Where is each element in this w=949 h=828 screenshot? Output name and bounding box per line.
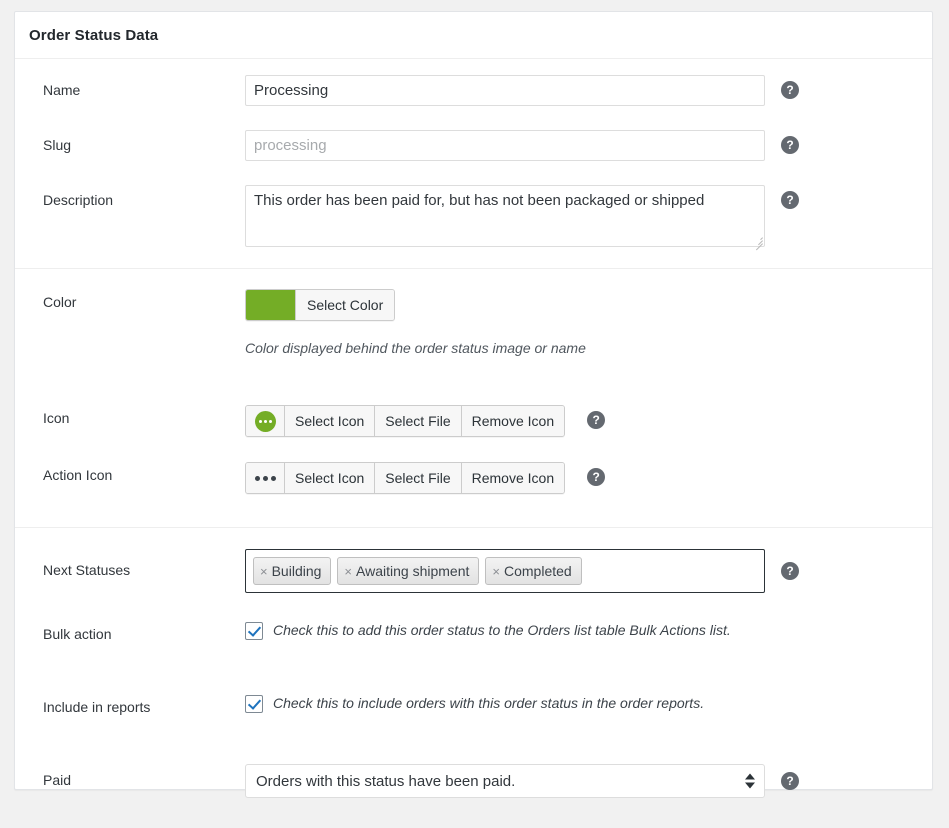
field-row-slug: Slug ? xyxy=(15,115,932,170)
remove-tag-icon[interactable]: × xyxy=(260,565,268,578)
icon-select-file-button[interactable]: Select File xyxy=(375,406,461,436)
include-in-reports-control: Check this to include orders with this o… xyxy=(245,692,932,713)
bulk-action-label: Bulk action xyxy=(43,619,245,642)
color-swatch[interactable] xyxy=(246,290,296,320)
paid-select[interactable]: Orders with this status have been paid. xyxy=(245,764,765,798)
description-control: ? xyxy=(245,185,932,247)
include-in-reports-checkbox-line: Check this to include orders with this o… xyxy=(245,692,704,713)
field-row-description: Description ? xyxy=(15,170,932,268)
page-title: Order Status Data xyxy=(29,27,158,44)
panel-body: Name ? Slug ? Description xyxy=(15,59,932,828)
action-icon-select-file-button[interactable]: Select File xyxy=(375,463,461,493)
slug-control: ? xyxy=(245,130,932,161)
section-basic-info: Name ? Slug ? Description xyxy=(15,59,932,268)
icon-select-icon-button[interactable]: Select Icon xyxy=(285,406,375,436)
next-statuses-control: × Building × Awaiting shipment × Complet… xyxy=(245,549,932,593)
include-in-reports-checkbox[interactable] xyxy=(245,695,263,713)
icon-button-group: Select Icon Select File Remove Icon xyxy=(245,405,565,437)
field-row-name: Name ? xyxy=(15,59,932,115)
action-icon-label: Action Icon xyxy=(43,462,245,483)
action-icon-remove-icon-button[interactable]: Remove Icon xyxy=(462,463,564,493)
include-in-reports-label: Include in reports xyxy=(43,692,245,715)
bulk-action-checkbox[interactable] xyxy=(245,622,263,640)
description-textarea-wrap xyxy=(245,185,765,247)
paid-control: Orders with this status have been paid. … xyxy=(245,764,932,798)
next-statuses-tag-input[interactable]: × Building × Awaiting shipment × Complet… xyxy=(245,549,765,593)
color-label: Color xyxy=(43,289,245,310)
field-row-color-hint: Color displayed behind the order status … xyxy=(15,329,932,379)
ellipsis-circle-icon xyxy=(255,411,276,432)
help-icon-icon[interactable]: ? xyxy=(587,411,605,429)
field-row-color: Color Select Color xyxy=(15,269,932,329)
select-color-button[interactable]: Select Color xyxy=(245,289,395,321)
icon-control: Select Icon Select File Remove Icon ? xyxy=(245,405,932,437)
field-row-icon: Icon Select Icon Select File Remove Icon… xyxy=(15,379,932,445)
help-icon-paid[interactable]: ? xyxy=(781,772,799,790)
tag-label: Building xyxy=(272,563,322,579)
field-row-action-icon: Action Icon Select Icon Select File Remo… xyxy=(15,445,932,527)
name-control: ? xyxy=(245,75,932,106)
color-hint-spacer xyxy=(43,339,245,346)
order-status-data-panel: Order Status Data Name ? Slug ? Descript… xyxy=(14,11,933,790)
action-icon-select-icon-button[interactable]: Select Icon xyxy=(285,463,375,493)
field-row-include-in-reports: Include in reports Check this to include… xyxy=(15,659,932,732)
bulk-action-checkbox-line: Check this to add this order status to t… xyxy=(245,619,731,640)
tag-item[interactable]: × Building xyxy=(253,557,331,585)
color-hint-control: Color displayed behind the order status … xyxy=(245,339,932,356)
ellipsis-icon xyxy=(255,476,276,481)
paid-select-value: Orders with this status have been paid. xyxy=(256,773,515,790)
panel-header: Order Status Data xyxy=(15,12,932,59)
bulk-action-control: Check this to add this order status to t… xyxy=(245,619,932,640)
name-label: Name xyxy=(43,75,245,98)
icon-label: Icon xyxy=(43,405,245,426)
color-control: Select Color xyxy=(245,289,932,321)
select-color-label: Select Color xyxy=(296,290,394,320)
help-icon-action-icon[interactable]: ? xyxy=(587,468,605,486)
tag-label: Awaiting shipment xyxy=(356,563,469,579)
next-statuses-label: Next Statuses xyxy=(43,549,245,578)
help-icon-slug[interactable]: ? xyxy=(781,136,799,154)
remove-tag-icon[interactable]: × xyxy=(344,565,352,578)
icon-preview[interactable] xyxy=(246,406,285,436)
field-row-next-statuses: Next Statuses × Building × Awaiting ship… xyxy=(15,528,932,593)
description-textarea[interactable] xyxy=(245,185,765,247)
bulk-action-checkbox-text: Check this to add this order status to t… xyxy=(273,621,731,638)
remove-tag-icon[interactable]: × xyxy=(492,565,500,578)
name-input[interactable] xyxy=(245,75,765,106)
description-label: Description xyxy=(43,185,245,208)
tag-label: Completed xyxy=(504,563,572,579)
field-row-bulk-action: Bulk action Check this to add this order… xyxy=(15,593,932,659)
help-icon-description[interactable]: ? xyxy=(781,191,799,209)
help-icon-next-statuses[interactable]: ? xyxy=(781,562,799,580)
include-in-reports-checkbox-text: Check this to include orders with this o… xyxy=(273,694,704,711)
color-hint-text: Color displayed behind the order status … xyxy=(245,339,586,356)
help-icon-name[interactable]: ? xyxy=(781,81,799,99)
action-icon-control: Select Icon Select File Remove Icon ? xyxy=(245,462,932,494)
section-behaviour: Next Statuses × Building × Awaiting ship… xyxy=(15,527,932,828)
slug-input[interactable] xyxy=(245,130,765,161)
section-appearance: Color Select Color Color displayed behin… xyxy=(15,268,932,527)
paid-select-wrap: Orders with this status have been paid. xyxy=(245,764,765,798)
icon-remove-icon-button[interactable]: Remove Icon xyxy=(462,406,564,436)
paid-label: Paid xyxy=(43,764,245,788)
action-icon-button-group: Select Icon Select File Remove Icon xyxy=(245,462,565,494)
field-row-paid: Paid Orders with this status have been p… xyxy=(15,732,932,828)
tag-item[interactable]: × Awaiting shipment xyxy=(337,557,479,585)
action-icon-preview[interactable] xyxy=(246,463,285,493)
slug-label: Slug xyxy=(43,130,245,153)
tag-item[interactable]: × Completed xyxy=(485,557,581,585)
